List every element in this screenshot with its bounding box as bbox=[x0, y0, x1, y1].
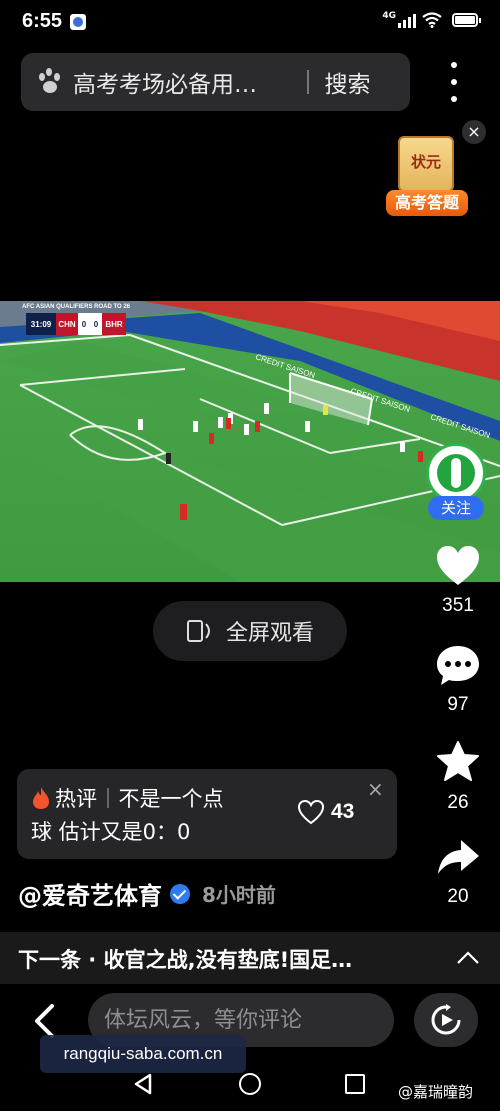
author-line: @爱奇艺体育 8小时前 bbox=[18, 876, 276, 911]
source-credit: @嘉瑞曈韵 bbox=[398, 1083, 474, 1101]
next-video-bar[interactable]: 下一条 · 收官之战,没有垫底!国足… bbox=[0, 932, 500, 984]
hot-comment-like-count: 43 bbox=[331, 800, 355, 823]
baidu-paw-icon bbox=[35, 67, 65, 97]
promo-scroll-text: 状元 bbox=[410, 153, 441, 171]
like-action[interactable]: 351 bbox=[430, 545, 486, 617]
video-player[interactable]: CREDIT SAISON CREDIT SAISON CREDIT SAISO… bbox=[0, 301, 500, 582]
hot-comment-like[interactable]: 43 bbox=[297, 799, 354, 825]
favorite-count: 26 bbox=[447, 792, 469, 813]
hot-comment-divider bbox=[107, 788, 109, 808]
home-score: 0 bbox=[78, 313, 90, 335]
match-clock: 31:09 bbox=[26, 313, 56, 335]
search-button[interactable]: 搜索 bbox=[325, 65, 371, 99]
replay-button[interactable] bbox=[414, 993, 478, 1047]
promo-scroll-image: 状元 bbox=[398, 136, 454, 192]
promo-ribbon: 高考答题 bbox=[386, 190, 468, 216]
comment-count: 97 bbox=[447, 694, 469, 715]
battery-icon bbox=[452, 13, 481, 27]
promo-widget[interactable]: 状元 高考答题 bbox=[384, 132, 472, 220]
nav-recents-icon[interactable] bbox=[345, 1074, 365, 1094]
away-score: 0 bbox=[90, 313, 102, 335]
verified-icon bbox=[170, 883, 190, 904]
home-team: CHN bbox=[56, 313, 78, 335]
hot-comment-text-line1: 不是一个点 bbox=[118, 787, 224, 811]
status-bar: 6:55 4G bbox=[0, 0, 500, 46]
comment-action[interactable]: 97 bbox=[430, 644, 486, 716]
nav-back-icon[interactable] bbox=[133, 1073, 153, 1095]
author-name[interactable]: @爱奇艺体育 bbox=[18, 876, 162, 911]
search-query[interactable]: 高考考场必备用… bbox=[73, 65, 293, 99]
promo-close-button[interactable]: × bbox=[462, 120, 486, 144]
scoreboard-header: AFC ASIAN QUALIFIERS ROAD TO 26 bbox=[22, 304, 131, 310]
notification-app-icon bbox=[70, 14, 86, 30]
share-action[interactable]: 20 bbox=[430, 838, 486, 908]
search-divider bbox=[307, 70, 309, 94]
search-bar[interactable]: 高考考场必备用… 搜索 bbox=[21, 53, 410, 111]
like-count: 351 bbox=[442, 595, 474, 616]
comment-bubble-icon bbox=[437, 646, 479, 685]
football-pitch-frame: CREDIT SAISON CREDIT SAISON CREDIT SAISO… bbox=[0, 301, 500, 582]
chevron-up-icon[interactable] bbox=[456, 946, 480, 970]
fullscreen-label: 全屏观看 bbox=[225, 621, 314, 646]
fullscreen-rotate-icon bbox=[186, 620, 210, 642]
hot-comment-tag: 热评 bbox=[55, 787, 97, 811]
back-icon[interactable] bbox=[30, 1003, 60, 1039]
network-type: 4G bbox=[382, 11, 396, 21]
share-count: 20 bbox=[447, 886, 469, 907]
more-options-icon[interactable] bbox=[446, 62, 462, 102]
heart-icon bbox=[437, 546, 479, 585]
favorite-action[interactable]: 26 bbox=[430, 740, 486, 814]
signal-icon bbox=[398, 12, 416, 28]
star-icon bbox=[437, 741, 479, 781]
watermark-url: rangqiu-saba.com.cn bbox=[40, 1035, 246, 1073]
next-video-text: 下一条 · 收官之战,没有垫底!国足… bbox=[18, 948, 353, 972]
follow-button[interactable]: 关注 bbox=[428, 496, 484, 520]
author-follow[interactable]: 关注 bbox=[424, 443, 488, 523]
replay-icon bbox=[431, 1004, 461, 1035]
author-avatar[interactable] bbox=[426, 443, 486, 503]
hot-comment-text-line2: 球 估计又是0：0 bbox=[31, 820, 191, 844]
hot-comment-card[interactable]: 热评 不是一个点 球 估计又是0：0 43 × bbox=[17, 769, 397, 859]
share-arrow-icon bbox=[438, 840, 479, 874]
post-time: 8小时前 bbox=[202, 883, 276, 907]
fire-icon bbox=[33, 787, 49, 809]
away-team: BHR bbox=[102, 313, 126, 335]
status-time: 6:55 bbox=[22, 10, 63, 32]
nav-home-icon[interactable] bbox=[239, 1073, 261, 1095]
hot-comment-close-button[interactable]: × bbox=[367, 777, 384, 801]
wifi-icon bbox=[422, 12, 442, 28]
fullscreen-button[interactable]: 全屏观看 bbox=[153, 601, 347, 661]
status-indicators: 4G bbox=[382, 11, 481, 28]
heart-outline-icon bbox=[297, 799, 325, 825]
